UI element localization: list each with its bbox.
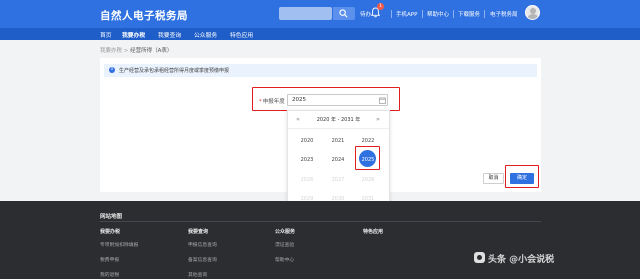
top-header: 自然人电子税务局 待办 1 手机APP 帮助中心 下载服务 电子税务局	[0, 0, 640, 28]
year-cell[interactable]: 2022	[356, 138, 380, 144]
header-divider	[484, 10, 485, 18]
notice-text: 生产经营及承包承租经营所得月度或季度预缴申报	[119, 68, 230, 74]
footer: 网站地图 我要办税 专项附加扣除填报 税费申报 我的退税 我要查询 申报信息查询…	[0, 201, 640, 279]
footer-divider	[100, 221, 541, 222]
year-input[interactable]: 2025	[287, 94, 388, 106]
footer-link[interactable]: 其他查询	[188, 271, 217, 278]
footer-heading: 公众服务	[275, 229, 296, 235]
footer-link[interactable]: 税费申报	[100, 256, 138, 263]
footer-link[interactable]: 备案信息查询	[188, 256, 217, 263]
footer-column: 我要查询 申报信息查询 备案信息查询 其他查询	[188, 228, 217, 279]
breadcrumb-separator: >	[123, 48, 129, 54]
footer-column: 特色应用	[363, 228, 383, 241]
footer-link[interactable]: 漂证查验	[275, 241, 295, 248]
watermark: 头条 @小会说税	[488, 255, 555, 265]
footer-link[interactable]: 申报信息查询	[188, 241, 217, 248]
breadcrumb-current: 经营所得（A表）	[130, 48, 173, 54]
picker-range: 2020 年 - 2031 年	[316, 117, 361, 123]
calendar-icon[interactable]	[379, 97, 386, 104]
breadcrumb-parent[interactable]: 我要办税	[100, 48, 122, 54]
user-avatar[interactable]	[525, 5, 540, 20]
download-center-link[interactable]: 下载服务	[458, 10, 480, 18]
year-cell-selected[interactable]: 2025	[356, 157, 380, 163]
header-divider	[391, 10, 392, 18]
e-tax-link[interactable]: 电子税务局	[490, 10, 518, 18]
footer-column: 公众服务 漂证查验 帮助中心	[275, 228, 295, 271]
year-cell[interactable]: 2021	[326, 138, 350, 144]
footer-heading: 我要查询	[188, 229, 209, 235]
site-logo[interactable]: 自然人电子税务局	[100, 8, 188, 23]
footer-heading: 我要办税	[100, 229, 121, 235]
footer-title: 网站地图	[100, 214, 123, 220]
year-cell[interactable]: 2024	[326, 157, 350, 163]
search-button[interactable]	[333, 7, 355, 20]
search-input[interactable]	[279, 7, 332, 20]
nav-item-public[interactable]: 公众服务	[194, 30, 217, 39]
todo-link[interactable]: 待办	[360, 10, 371, 18]
cancel-button[interactable]: 取消	[483, 173, 504, 184]
footer-link[interactable]: 帮助中心	[275, 256, 295, 263]
confirm-button[interactable]: 确定	[510, 173, 534, 184]
watermark-logo-icon	[474, 252, 485, 263]
required-mark: *	[259, 99, 262, 105]
year-cell[interactable]: 2023	[295, 157, 319, 163]
year-label: *申报年度	[259, 99, 285, 105]
footer-link[interactable]: 我的退税	[100, 271, 138, 278]
year-cell: 2026	[300, 177, 314, 183]
footer-heading: 特色应用	[363, 229, 384, 235]
search-icon	[339, 9, 348, 18]
footer-link[interactable]: 专项附加扣除填报	[100, 241, 138, 248]
header-divider	[422, 10, 423, 18]
header-divider	[453, 10, 454, 18]
year-cell: 2028	[361, 177, 375, 183]
info-icon: i	[109, 67, 115, 73]
footer-column: 我要办税 专项附加扣除填报 税费申报 我的退税	[100, 228, 138, 279]
nav-item-query[interactable]: 我要查询	[158, 30, 181, 39]
picker-next-button[interactable]: »	[376, 115, 380, 123]
nav-item-home[interactable]: 首页	[100, 30, 112, 39]
year-cell: 2027	[331, 177, 345, 183]
nav-item-features[interactable]: 特色应用	[230, 30, 253, 39]
nav-item-tax[interactable]: 我要办税	[122, 30, 145, 39]
year-cell[interactable]: 2020	[295, 138, 319, 144]
main-nav: 首页 我要办税 我要查询 公众服务 特色应用	[0, 28, 640, 40]
mobile-app-link[interactable]: 手机APP	[396, 10, 417, 18]
breadcrumb: 我要办税 > 经营所得（A表）	[100, 46, 172, 54]
picker-header: « 2020 年 - 2031 年 »	[288, 111, 389, 129]
notice-bar: i 生产经营及承包承租经营所得月度或季度预缴申报	[104, 64, 537, 77]
help-center-link[interactable]: 帮助中心	[427, 10, 449, 18]
notification-badge: 1	[377, 3, 384, 10]
